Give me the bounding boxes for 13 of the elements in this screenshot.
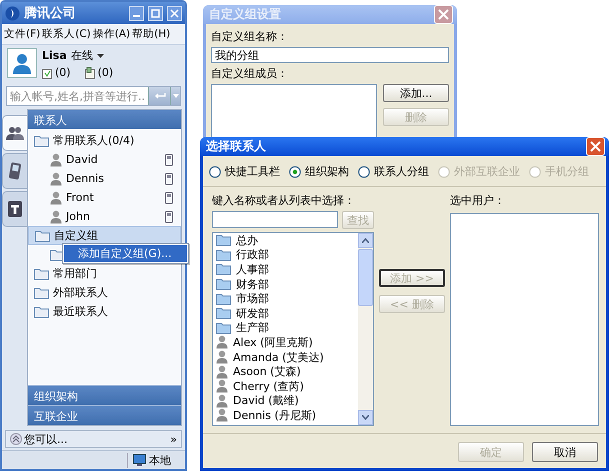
dialog-title: 选择联系人 [206, 138, 267, 155]
field-label: 键入名称或者从列表中选择： [212, 193, 356, 208]
field-label: 选中用户： [450, 193, 506, 208]
field-label: 自定义组名称： [211, 29, 289, 44]
field-label: 自定义组成员： [211, 66, 289, 81]
dialog-title: 自定义组设置 [209, 6, 282, 23]
mail-count: (0) [55, 66, 71, 79]
hint-text: 您可以... [24, 432, 68, 446]
more-text: » [170, 432, 177, 446]
user-name: Lisa [42, 49, 67, 62]
status-text: 本地 [149, 452, 171, 468]
file-count: (0) [98, 66, 114, 79]
window-title: 腾讯公司 [24, 5, 77, 22]
